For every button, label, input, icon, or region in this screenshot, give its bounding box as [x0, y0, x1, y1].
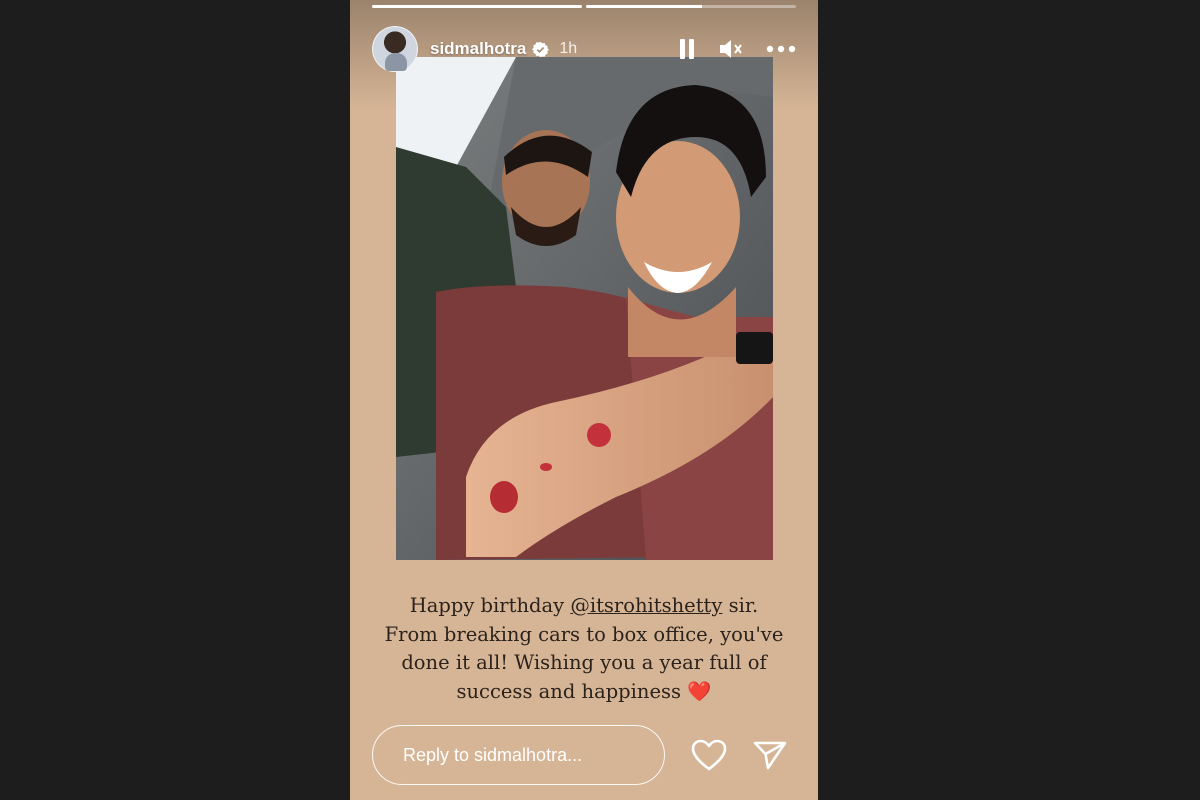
caption-line-4: success and happiness ❤️	[370, 678, 798, 707]
story-header: sidmalhotra 1h	[372, 24, 796, 74]
story-card[interactable]: sidmalhotra 1h Happy birthday @itsrohits…	[350, 0, 818, 800]
more-icon	[766, 45, 796, 53]
caption-line-4-text: success and happiness	[456, 679, 688, 703]
reply-bar: Reply to sidmalhotra...	[372, 724, 796, 786]
mention-link[interactable]: @itsrohitshetty	[570, 594, 722, 617]
selfie-image	[396, 57, 773, 560]
viewer-backdrop: sidmalhotra 1h Happy birthday @itsrohits…	[0, 0, 1200, 800]
username[interactable]: sidmalhotra	[430, 39, 526, 59]
progress-bars	[372, 5, 796, 8]
progress-segment-1	[372, 5, 582, 8]
mute-icon	[720, 40, 742, 58]
caption-prefix: Happy birthday	[409, 594, 571, 617]
story-caption: Happy birthday @itsrohitshetty sir. From…	[370, 592, 798, 706]
avatar[interactable]	[372, 26, 418, 72]
post-time: 1h	[559, 40, 578, 57]
story-photo	[396, 57, 773, 560]
story-controls	[678, 38, 796, 60]
caption-suffix: sir.	[722, 594, 759, 617]
caption-line-1: Happy birthday @itsrohitshetty sir.	[370, 592, 798, 621]
send-icon	[753, 741, 787, 770]
share-button[interactable]	[753, 740, 787, 770]
heart-emoji-icon: ❤️	[687, 679, 712, 703]
pause-button[interactable]	[678, 38, 696, 60]
caption-line-3: done it all! Wishing you a year full of	[401, 651, 767, 674]
more-options-button[interactable]	[766, 45, 796, 53]
reply-placeholder: Reply to sidmalhotra...	[403, 744, 583, 765]
like-button[interactable]	[691, 739, 727, 771]
caption-line-2: From breaking cars to box office, you've	[384, 622, 784, 646]
mute-button[interactable]	[718, 38, 744, 60]
reply-input[interactable]: Reply to sidmalhotra...	[372, 725, 665, 785]
pause-icon	[680, 39, 694, 59]
verified-badge-icon	[532, 41, 550, 57]
heart-icon	[691, 739, 727, 771]
progress-segment-2	[586, 5, 796, 8]
